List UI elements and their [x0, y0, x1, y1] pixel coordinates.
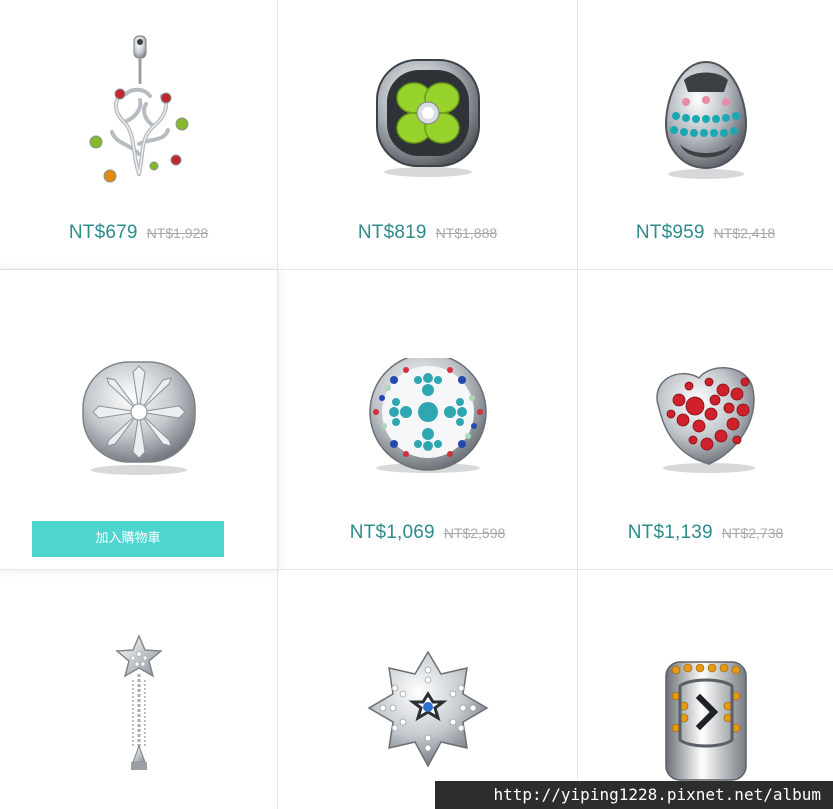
- product-card[interactable]: NT$1,069 NT$2,598: [278, 270, 578, 570]
- crystal-flower-charm-image[interactable]: [81, 358, 197, 476]
- sale-price: NT$819: [357, 222, 427, 243]
- product-card-hovered[interactable]: 加入購物車: [0, 270, 278, 570]
- price-row: NT$959 NT$2,418: [578, 222, 833, 244]
- price-row: NT$1,069 NT$2,598: [278, 522, 577, 544]
- price-row: NT$1,139 NT$2,738: [578, 522, 833, 544]
- sale-price: NT$1,069: [349, 522, 435, 543]
- sale-price: NT$1,139: [627, 522, 713, 543]
- watermark: http://yiping1228.pixnet.net/album: [435, 781, 833, 809]
- price-row: NT$679 NT$1,928: [0, 222, 277, 244]
- original-price: NT$2,418: [713, 225, 776, 241]
- product-card[interactable]: NT$1,139 NT$2,738: [578, 270, 833, 570]
- blue-cross-crystal-charm-image[interactable]: [366, 358, 490, 474]
- original-price: NT$1,928: [146, 225, 209, 241]
- snowflake-charm-image[interactable]: [367, 650, 489, 790]
- red-heart-crystal-charm-image[interactable]: [649, 360, 763, 474]
- original-price: NT$1,888: [435, 225, 498, 241]
- product-card[interactable]: NT$959 NT$2,418: [578, 0, 833, 270]
- original-price: NT$2,598: [443, 525, 506, 541]
- product-card[interactable]: [0, 570, 278, 809]
- four-leaf-clover-charm-image[interactable]: [373, 56, 483, 180]
- star-wand-dangle-charm-image[interactable]: [111, 634, 167, 784]
- orange-crystal-arrow-charm-image[interactable]: [660, 656, 752, 786]
- sale-price: NT$959: [635, 222, 705, 243]
- product-card[interactable]: NT$679 NT$1,928: [0, 0, 278, 270]
- product-card[interactable]: [578, 570, 833, 809]
- add-to-cart-button[interactable]: 加入購物車: [32, 521, 224, 557]
- easter-egg-charm-image[interactable]: [658, 58, 754, 180]
- product-grid: NT$679 NT$1,928 NT$819 NT$1,888 NT$959 N…: [0, 0, 833, 809]
- product-card[interactable]: NT$819 NT$1,888: [278, 0, 578, 270]
- sale-price: NT$679: [68, 222, 138, 243]
- price-row: NT$819 NT$1,888: [278, 222, 577, 244]
- product-card[interactable]: [278, 570, 578, 809]
- tree-of-life-pendant-image[interactable]: [84, 34, 194, 194]
- original-price: NT$2,738: [721, 525, 784, 541]
